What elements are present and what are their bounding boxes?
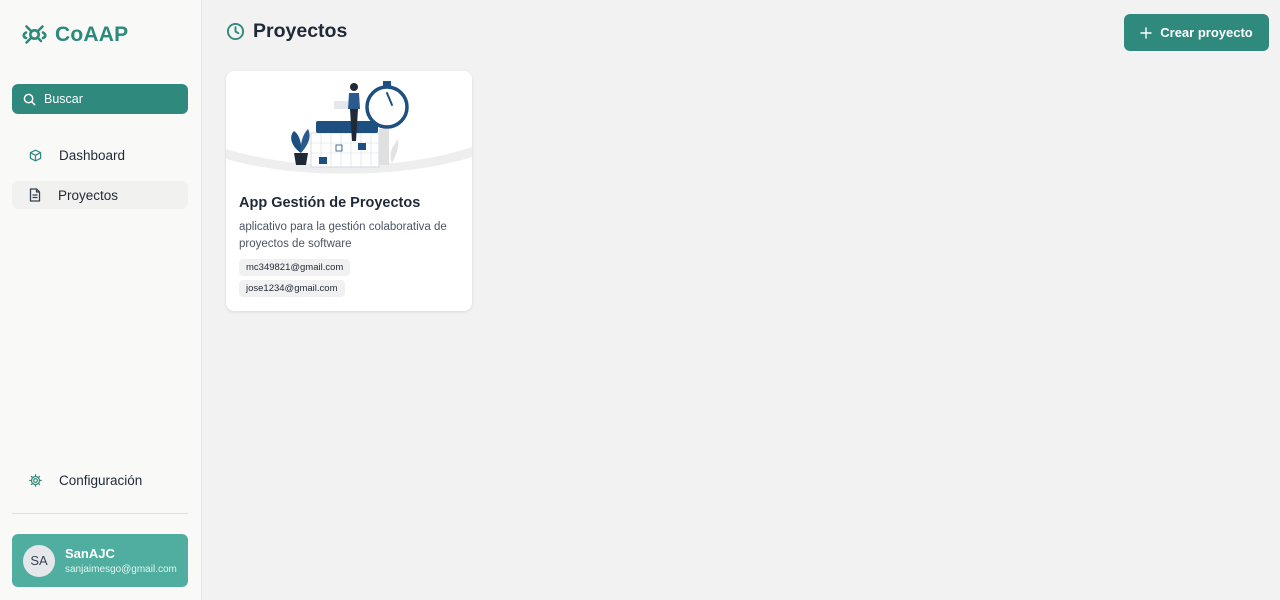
user-profile-card[interactable]: SA SanAJC sanjaimesgo@gmail.com: [12, 534, 188, 587]
sidebar-item-configuracion[interactable]: Configuración: [12, 466, 188, 494]
user-info: SanAJC sanjaimesgo@gmail.com: [65, 546, 177, 575]
create-project-button[interactable]: Crear proyecto: [1124, 14, 1269, 51]
project-description: aplicativo para la gestión colaborativa …: [239, 221, 447, 250]
sidebar-divider: [12, 513, 188, 514]
clock-icon: [226, 22, 245, 41]
logo-icon: [22, 25, 47, 44]
sidebar-item-label: Proyectos: [58, 187, 119, 203]
user-email: sanjaimesgo@gmail.com: [65, 564, 177, 575]
project-illustration: [226, 81, 472, 174]
sidebar-item-label: Configuración: [59, 472, 143, 488]
app-logo[interactable]: CoAAP: [22, 22, 128, 47]
app-name: CoAAP: [55, 22, 129, 46]
sidebar-item-proyectos[interactable]: Proyectos: [12, 181, 188, 209]
plus-icon: [1140, 26, 1152, 39]
avatar: SA: [23, 544, 55, 577]
project-title: App Gestión de Proyectos: [239, 195, 421, 211]
page-title: Proyectos: [253, 20, 348, 42]
sidebar-item-label: Dashboard: [59, 147, 126, 163]
cube-icon: [29, 149, 42, 161]
project-card[interactable]: App Gestión de Proyectos aplicativo para…: [226, 71, 472, 311]
sidebar: CoAAP Buscar Dashboard Proyectos Configu…: [0, 0, 202, 600]
create-project-label: Crear proyecto: [1160, 25, 1253, 40]
member-tag: mc349821@gmail.com: [239, 259, 351, 276]
page-header: Proyectos: [226, 20, 347, 43]
gear-icon: [29, 473, 42, 487]
document-icon: [29, 188, 41, 202]
sidebar-item-dashboard[interactable]: Dashboard: [12, 141, 188, 169]
user-name: SanAJC: [65, 546, 115, 561]
search-label: Buscar: [44, 92, 83, 106]
search-button[interactable]: Buscar: [12, 84, 188, 114]
search-icon: [23, 93, 36, 105]
member-tag: jose1234@gmail.com: [239, 280, 345, 297]
